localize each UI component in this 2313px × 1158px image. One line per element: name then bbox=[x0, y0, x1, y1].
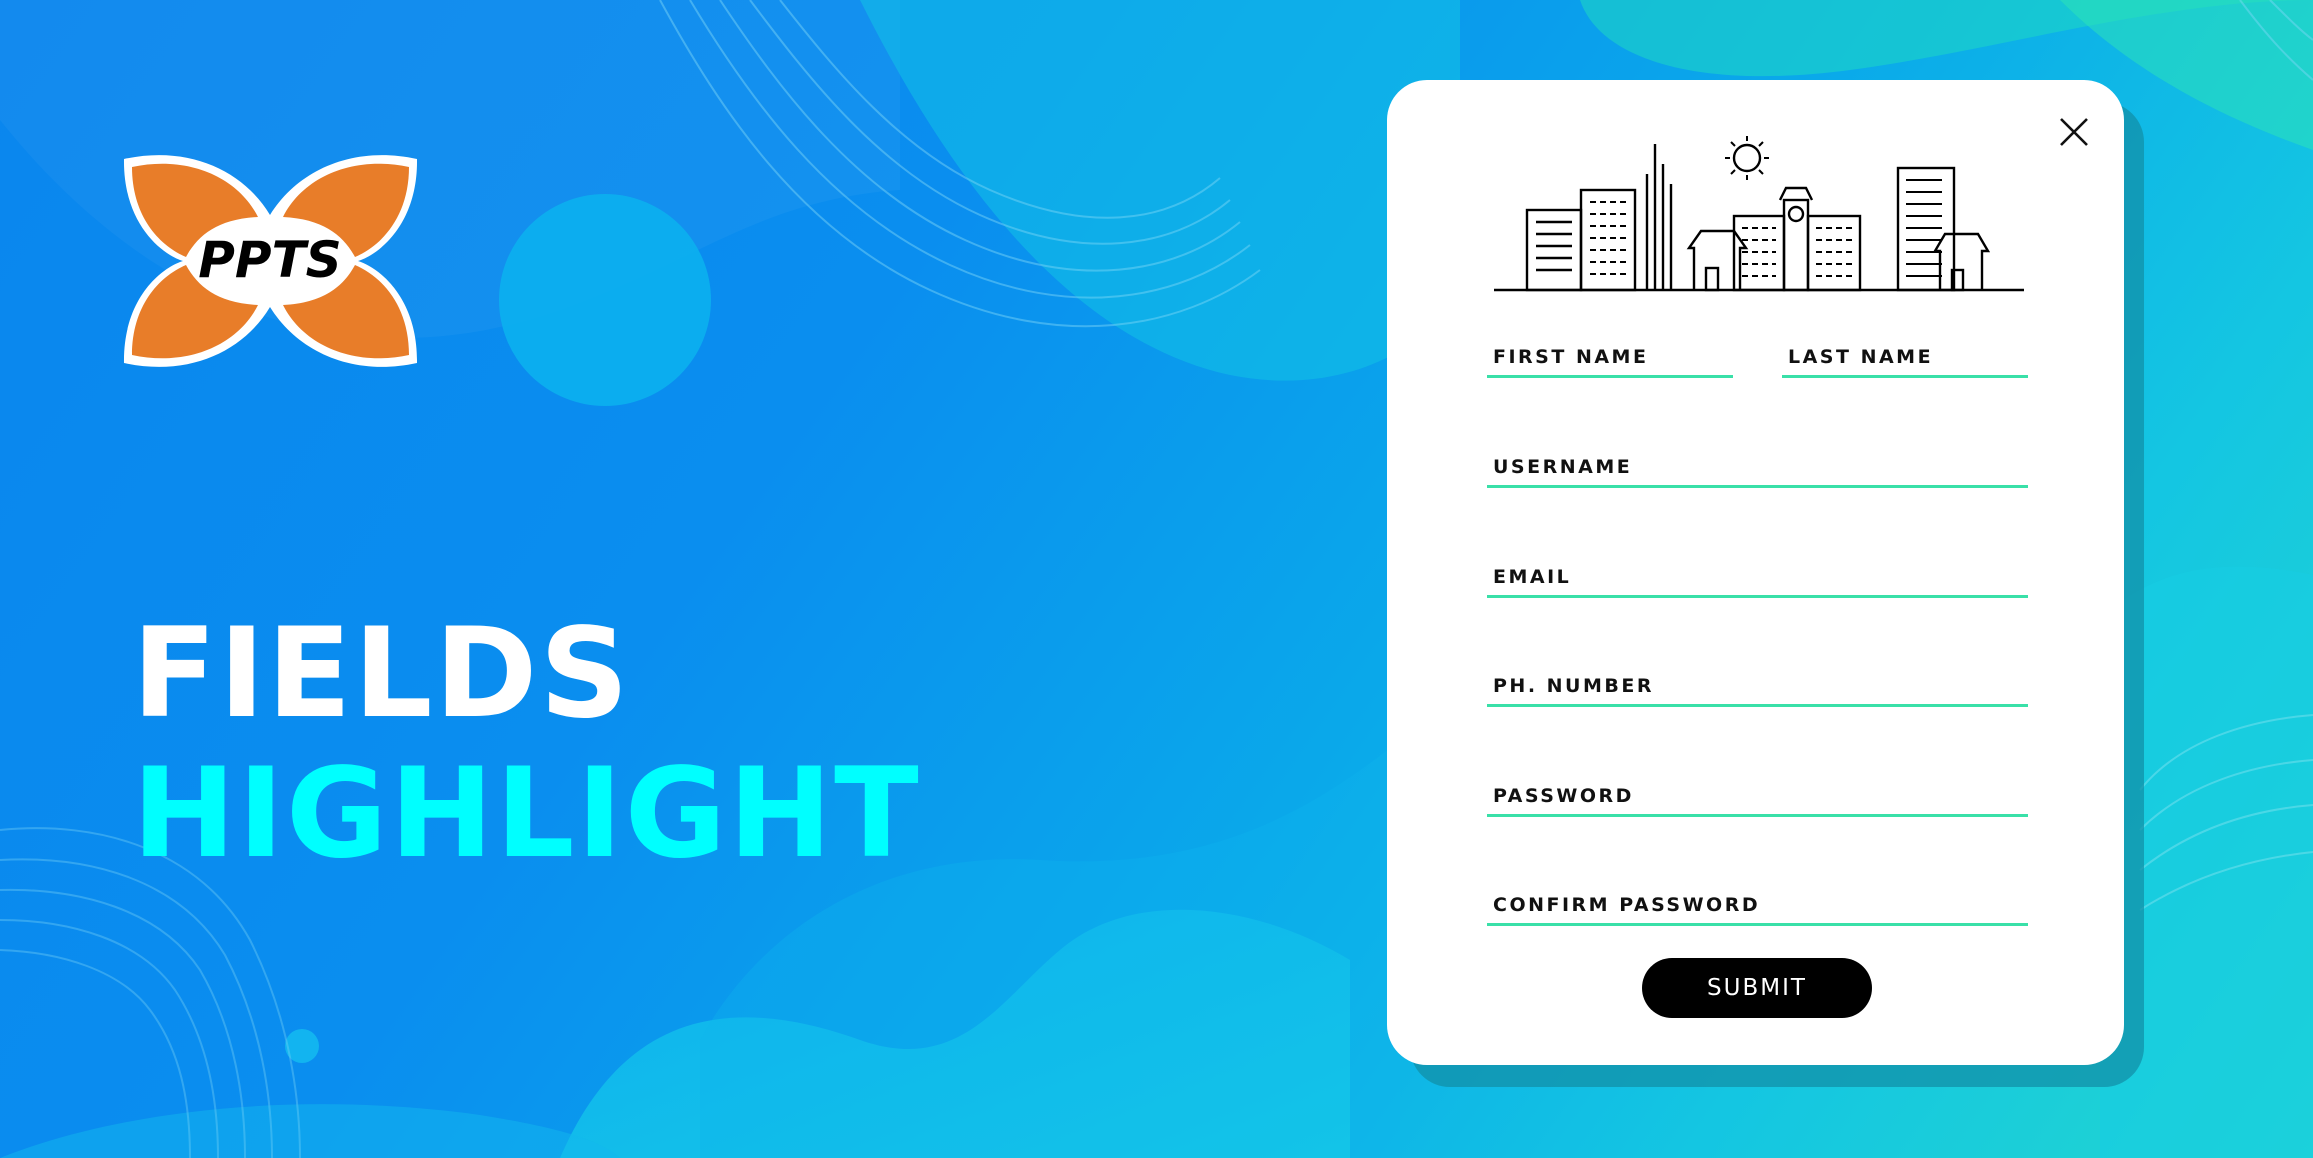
submit-button[interactable]: SUBMIT bbox=[1642, 958, 1872, 1018]
last-name-label: LAST NAME bbox=[1788, 346, 1934, 368]
field-underline bbox=[1487, 375, 1733, 378]
signup-form-card: FIRST NAME LAST NAME USERNAME EMAIL PH. … bbox=[1387, 80, 2124, 1065]
confirm-password-label: CONFIRM PASSWORD bbox=[1493, 894, 1761, 916]
field-underline bbox=[1782, 375, 2028, 378]
headline-line-2: HIGHLIGHT bbox=[132, 742, 921, 886]
field-underline bbox=[1487, 704, 2028, 707]
phone-number-field[interactable]: PH. NUMBER bbox=[1487, 669, 2028, 707]
confirm-password-field[interactable]: CONFIRM PASSWORD bbox=[1487, 888, 2028, 926]
close-button[interactable] bbox=[2050, 108, 2098, 156]
logo-text: PPTS bbox=[198, 231, 341, 289]
first-name-label: FIRST NAME bbox=[1493, 346, 1649, 368]
ppts-logo: PPTS bbox=[123, 155, 418, 367]
phone-number-label: PH. NUMBER bbox=[1493, 675, 1654, 697]
field-underline bbox=[1487, 485, 2028, 488]
city-skyline-icon bbox=[1494, 136, 2024, 292]
field-underline bbox=[1487, 923, 2028, 926]
username-label: USERNAME bbox=[1493, 456, 1633, 478]
email-label: EMAIL bbox=[1493, 566, 1572, 588]
first-name-field[interactable]: FIRST NAME bbox=[1487, 340, 1733, 378]
close-icon bbox=[2060, 118, 2088, 146]
password-field[interactable]: PASSWORD bbox=[1487, 779, 2028, 817]
password-label: PASSWORD bbox=[1493, 785, 1634, 807]
field-underline bbox=[1487, 595, 2028, 598]
sun-icon bbox=[1725, 136, 1769, 180]
headline-line-1: FIELDS bbox=[132, 602, 631, 746]
email-field[interactable]: EMAIL bbox=[1487, 560, 2028, 598]
last-name-field[interactable]: LAST NAME bbox=[1782, 340, 2028, 378]
field-underline bbox=[1487, 814, 2028, 817]
username-field[interactable]: USERNAME bbox=[1487, 450, 2028, 488]
